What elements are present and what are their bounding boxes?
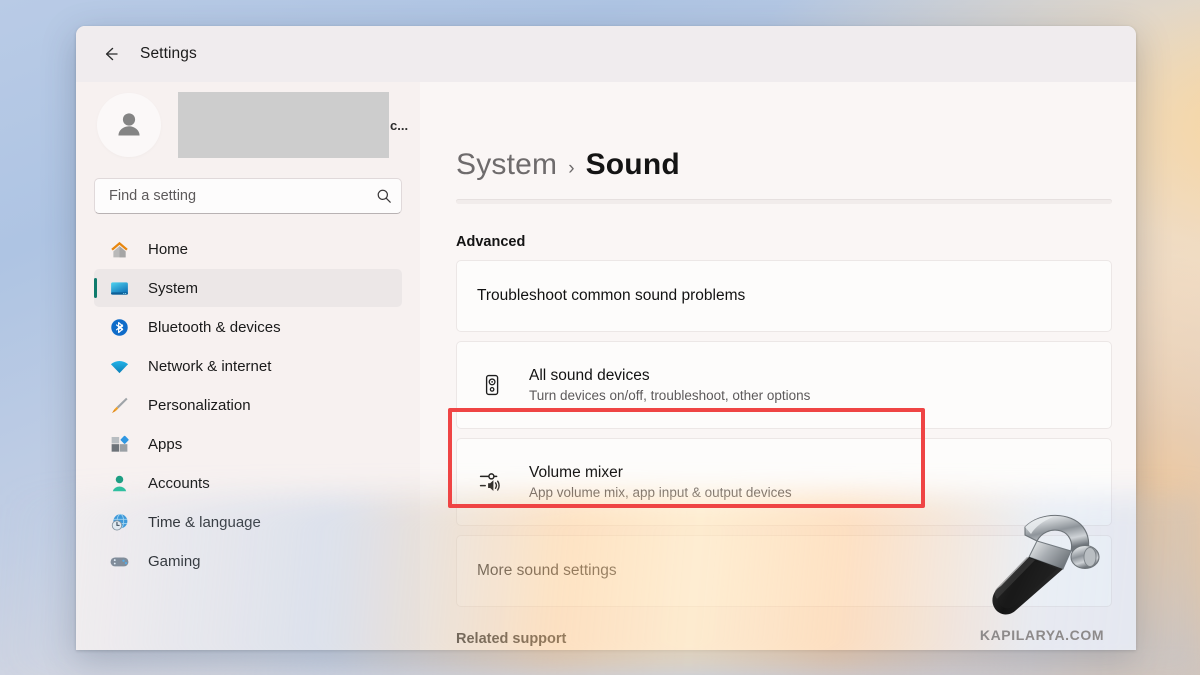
card-body: More sound settings	[477, 562, 617, 580]
search-icon-wrap[interactable]	[367, 188, 401, 204]
back-button[interactable]	[94, 37, 128, 71]
sidebar-item-time-language[interactable]: Time & language	[94, 503, 402, 541]
apps-grid-icon	[108, 433, 130, 455]
sidebar-item-personalization[interactable]: Personalization	[94, 386, 402, 424]
window-titlebar: Settings	[76, 26, 1136, 82]
sidebar-item-home[interactable]: Home	[94, 230, 402, 268]
person-icon	[108, 472, 130, 494]
card-volume-mixer[interactable]: Volume mixer App volume mix, app input &…	[456, 438, 1112, 526]
card-subtitle: Turn devices on/off, troubleshoot, other…	[529, 388, 811, 403]
account-row[interactable]: c...	[94, 82, 408, 168]
breadcrumb-separator-icon: ›	[568, 158, 575, 179]
account-text: c...	[178, 92, 408, 158]
card-title: All sound devices	[529, 367, 650, 384]
sidebar-item-label: System	[148, 279, 199, 297]
window-body: c... Find a setting Home System Bluetoot…	[76, 82, 1136, 650]
home-icon	[108, 238, 130, 260]
section-heading-related-support: Related support	[456, 631, 567, 647]
account-name-tail: c...	[390, 117, 409, 133]
search-icon	[377, 189, 391, 203]
card-title: More sound settings	[477, 562, 617, 579]
card-body: Volume mixer App volume mix, app input &…	[529, 464, 792, 500]
sidebar-item-label: Network & internet	[148, 357, 272, 375]
search-box[interactable]	[94, 178, 402, 214]
section-heading-advanced: Advanced	[456, 234, 526, 250]
sidebar-item-label: Bluetooth & devices	[148, 318, 281, 336]
sidebar-nav-list: Home System Bluetooth & devices Network …	[94, 230, 402, 580]
back-arrow-icon	[105, 47, 118, 61]
bluetooth-icon	[108, 316, 130, 338]
sidebar-item-label: Gaming	[148, 552, 201, 570]
search-input[interactable]	[95, 188, 367, 204]
monitor-icon	[108, 277, 130, 299]
sidebar-item-label: Home	[148, 240, 189, 258]
card-more-sound-settings[interactable]: More sound settings	[456, 535, 1112, 607]
wifi-icon	[108, 355, 130, 377]
sidebar: c... Find a setting Home System Bluetoot…	[76, 82, 420, 650]
header-divider	[456, 199, 1112, 204]
main-pane: System › Sound Advanced Troubleshoot com…	[420, 82, 1136, 650]
paintbrush-icon	[108, 394, 130, 416]
clock-globe-icon	[108, 511, 130, 533]
gamepad-icon	[108, 550, 130, 572]
sidebar-item-accounts[interactable]: Accounts	[94, 464, 402, 502]
card-subtitle: App volume mix, app input & output devic…	[529, 485, 792, 500]
person-avatar-icon	[118, 113, 140, 136]
sidebar-item-network-internet[interactable]: Network & internet	[94, 347, 402, 385]
card-body: All sound devices Turn devices on/off, t…	[529, 367, 810, 403]
settings-window: Settings c... Find a setting Home System…	[76, 26, 1136, 650]
sidebar-item-apps[interactable]: Apps	[94, 425, 402, 463]
sidebar-item-label: Personalization	[148, 396, 251, 414]
card-all-sound-devices[interactable]: All sound devices Turn devices on/off, t…	[456, 341, 1112, 429]
sidebar-item-label: Apps	[148, 435, 183, 453]
sidebar-item-label: Accounts	[148, 474, 210, 492]
card-body: Troubleshoot common sound problems	[477, 287, 745, 305]
sidebar-item-gaming[interactable]: Gaming	[94, 542, 402, 580]
sidebar-item-label: Time & language	[148, 513, 261, 531]
account-name-redacted	[178, 92, 389, 158]
breadcrumb-current: Sound	[585, 148, 680, 181]
volume-mixer-icon	[477, 468, 507, 496]
card-title: Troubleshoot common sound problems	[477, 287, 746, 304]
sidebar-item-bluetooth-devices[interactable]: Bluetooth & devices	[94, 308, 402, 346]
breadcrumb: System › Sound	[456, 82, 1112, 182]
card-troubleshoot-sound[interactable]: Troubleshoot common sound problems	[456, 260, 1112, 332]
card-title: Volume mixer	[529, 464, 623, 481]
avatar	[100, 96, 158, 154]
app-title: Settings	[140, 45, 197, 62]
breadcrumb-parent[interactable]: System	[456, 148, 557, 182]
sidebar-item-system[interactable]: System	[94, 269, 402, 307]
speaker-device-icon	[477, 372, 507, 398]
desktop-wallpaper: Settings c... Find a setting Home System…	[0, 0, 1200, 675]
